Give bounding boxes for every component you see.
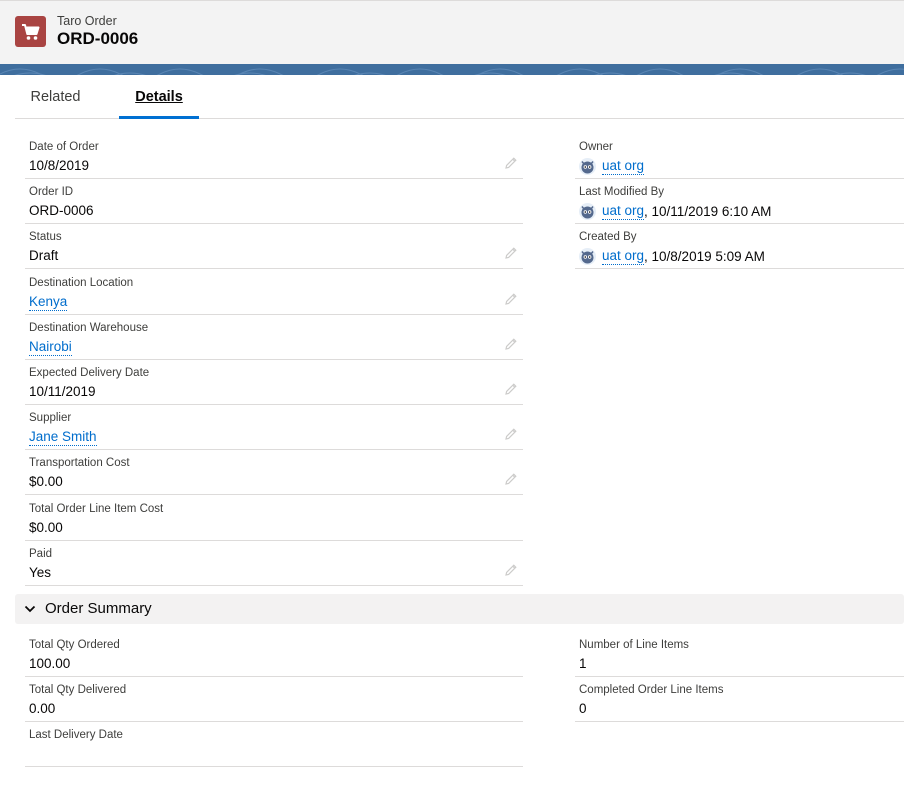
field-value: 10/8/2019 (29, 158, 90, 173)
field-owner: Owner uat org (575, 134, 904, 179)
field-label: Total Order Line Item Cost (29, 502, 164, 515)
field-value: Yes (29, 564, 52, 580)
object-type-label: Taro Order (57, 14, 117, 28)
cart-icon (15, 16, 46, 47)
user-link[interactable]: uat org (602, 248, 645, 265)
field-value-wrap: Draft (29, 248, 58, 263)
field-value: Draft (29, 248, 59, 264)
field-value-wrap: 10/11/2019 (29, 384, 96, 399)
field-value: 0.00 (29, 701, 56, 716)
field-value-wrap: 10/8/2019 (29, 158, 89, 173)
tab-details-label: Details (135, 89, 183, 105)
field-value-link[interactable]: Jane Smith (29, 429, 97, 447)
field-value: ORD-0006 (29, 203, 94, 219)
pencil-icon[interactable] (504, 427, 518, 441)
pencil-icon[interactable] (504, 156, 518, 170)
field-label: Destination Location (29, 276, 134, 289)
field-transportation-cost: Transportation Cost $0.00 (25, 450, 523, 496)
field-value-wrap: uat org, 10/8/2019 5:09 AM (579, 248, 765, 265)
field-label: Status (29, 231, 62, 244)
field-total-qty-ordered: Total Qty Ordered 100.00 (25, 632, 523, 677)
field-label: Last Delivery Date (29, 729, 123, 741)
user-link[interactable]: uat org (602, 158, 645, 175)
field-date-of-order: Date of Order 10/8/2019 (25, 134, 523, 179)
section-order-summary[interactable]: Order Summary (15, 594, 904, 624)
field-label: Destination Warehouse (29, 321, 149, 334)
field-value: 0 (579, 701, 587, 716)
field-status: Status Draft (25, 224, 523, 270)
field-value-link[interactable]: Kenya (29, 294, 68, 311)
field-value-wrap: 100.00 (29, 656, 70, 671)
record-header: Taro Order ORD-0006 (0, 0, 904, 65)
pencil-icon[interactable] (504, 472, 518, 486)
field-value-wrap: Kenya (29, 294, 68, 311)
field-supplier: Supplier Jane Smith (25, 405, 523, 451)
field-label: Created By (579, 231, 637, 243)
record-tabs: Related Details (15, 75, 904, 119)
field-label: Expected Delivery Date (29, 367, 150, 379)
pencil-icon[interactable] (504, 246, 518, 260)
pencil-icon[interactable] (504, 337, 518, 351)
field-label: Transportation Cost (29, 457, 130, 470)
field-number-of-line-items: Number of Line Items 1 (575, 632, 904, 677)
field-value-wrap: Nairobi (29, 339, 72, 356)
field-value-wrap: 0 (579, 701, 587, 716)
field-expected-delivery-date: Expected Delivery Date 10/11/2019 (25, 360, 523, 405)
tab-details[interactable]: Details (119, 75, 199, 119)
user-link[interactable]: uat org (602, 203, 645, 220)
pencil-icon[interactable] (504, 563, 518, 577)
field-destination-warehouse: Destination Warehouse Nairobi (25, 315, 523, 360)
field-value: 10/11/2019 (29, 384, 96, 399)
user-avatar-icon (579, 203, 596, 220)
field-label: Total Qty Ordered (29, 639, 120, 651)
field-value-wrap: Jane Smith (29, 429, 97, 447)
field-value-wrap: 1 (579, 656, 587, 671)
section-title: Order Summary (45, 600, 152, 617)
user-avatar-icon (579, 158, 596, 175)
pencil-icon[interactable] (504, 382, 518, 396)
field-completed-order-line-items: Completed Order Line Items 0 (575, 677, 904, 722)
timestamp: , 10/8/2019 5:09 AM (644, 249, 765, 264)
header-banner (0, 64, 904, 75)
user-avatar-icon (579, 248, 596, 265)
field-value-wrap: ORD-0006 (29, 203, 94, 218)
field-label: Owner (579, 141, 613, 153)
field-label: Number of Line Items (579, 639, 689, 651)
field-label: Order ID (29, 186, 74, 199)
field-paid: Paid Yes (25, 541, 523, 586)
field-label: Paid (29, 547, 53, 560)
field-value-wrap: Yes (29, 565, 51, 580)
field-last-modified-by: Last Modified By uat org, 10/11/2019 6:10… (575, 179, 904, 224)
field-total-qty-delivered: Total Qty Delivered 0.00 (25, 677, 523, 722)
field-label: Date of Order (29, 141, 99, 153)
timestamp: , 10/11/2019 6:10 AM (644, 204, 772, 219)
field-destination-location: Destination Location Kenya (25, 270, 523, 315)
field-label: Last Modified By (579, 186, 665, 198)
field-label: Supplier (29, 412, 72, 425)
field-value-link[interactable]: Nairobi (29, 339, 72, 356)
field-last-delivery-date: Last Delivery Date (25, 722, 523, 767)
pencil-icon[interactable] (504, 292, 518, 306)
tab-related[interactable]: Related (15, 75, 96, 118)
field-value-wrap: uat org, 10/11/2019 6:10 AM (579, 203, 771, 220)
field-value: 100.00 (29, 656, 71, 671)
field-value: $0.00 (29, 519, 63, 535)
field-order-id: Order ID ORD-0006 (25, 179, 523, 225)
record-title: ORD-0006 (57, 29, 139, 48)
active-tab-indicator (119, 116, 199, 119)
field-created-by: Created By uat org, 10/8/2019 5:09 AM (575, 224, 904, 269)
field-value-wrap: $0.00 (29, 520, 63, 535)
field-value: $0.00 (29, 474, 63, 490)
field-value: 1 (579, 656, 587, 671)
field-total-order-line-item-cost: Total Order Line Item Cost $0.00 (25, 496, 523, 541)
field-value-wrap: 0.00 (29, 701, 55, 716)
field-label: Completed Order Line Items (579, 684, 724, 696)
field-value-wrap: $0.00 (29, 474, 63, 489)
field-label: Total Qty Delivered (29, 684, 127, 696)
chevron-down-icon (24, 605, 36, 613)
field-value-wrap: uat org (579, 158, 645, 175)
